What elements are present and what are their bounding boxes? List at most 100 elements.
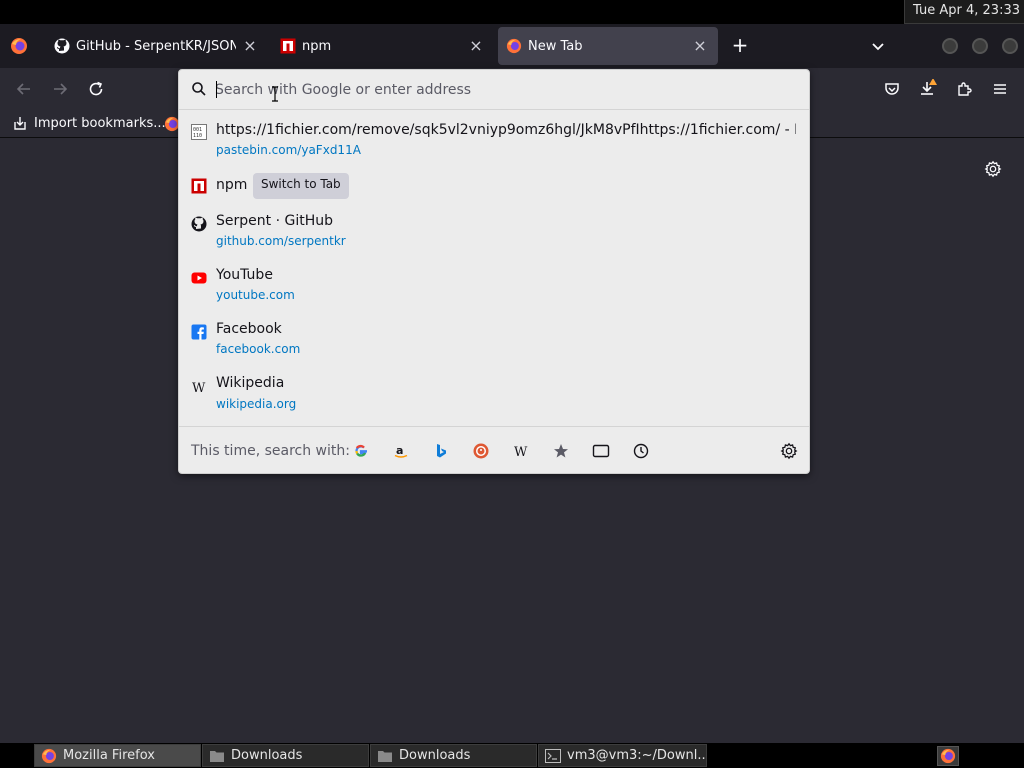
switch-to-tab-button[interactable]: Switch to Tab (253, 173, 349, 199)
github-icon (54, 38, 70, 54)
tab-label: npm (302, 38, 332, 54)
result-title: Serpent · GitHub (216, 213, 333, 229)
pastebin-icon: 001 110 (191, 124, 207, 140)
tab-strip: GitHub - SerpentKR/JSON-T × npm × New Ta… (0, 24, 1024, 68)
bookmarks-search-button[interactable] (551, 441, 571, 461)
taskbar-label: Downloads (399, 748, 471, 763)
urlbar-input[interactable] (215, 79, 775, 101)
bookmarks-star-icon (554, 444, 568, 458)
wikipedia-search-button[interactable]: W (511, 441, 531, 461)
duckduckgo-icon (473, 443, 489, 459)
downloads-button[interactable] (918, 79, 938, 99)
close-icon[interactable]: × (468, 38, 484, 54)
tray-firefox-launcher[interactable] (937, 746, 959, 766)
chevron-down-icon[interactable] (868, 36, 888, 56)
firefox-icon (41, 748, 57, 764)
tabs-search-button[interactable] (591, 441, 611, 461)
pocket-button[interactable] (882, 79, 902, 99)
bing-search-button[interactable] (431, 441, 451, 461)
result-url: github.com/serpentkr (216, 234, 346, 248)
taskbar: Mozilla Firefox Downloads Downloads vm3@… (0, 743, 1024, 768)
tab-npm[interactable]: npm × (272, 27, 494, 65)
result-title: npm (216, 177, 248, 193)
terminal-icon (545, 748, 561, 764)
search-icon (192, 82, 206, 96)
result-title: Facebook (216, 321, 282, 337)
duckduckgo-search-button[interactable] (471, 441, 491, 461)
youtube-icon (191, 270, 207, 286)
import-bookmarks-label: Import bookmarks... (34, 115, 166, 131)
pocket-icon (885, 83, 899, 95)
urlbar-result-pastebin[interactable]: 001 110 https://1fichier.com/remove/sqk5v… (179, 118, 809, 160)
firefox-icon (940, 748, 956, 764)
tab-label: New Tab (528, 38, 583, 54)
npm-icon (191, 178, 207, 194)
google-icon (355, 444, 367, 457)
ibeam-cursor-icon (272, 86, 278, 102)
close-icon[interactable]: × (242, 38, 258, 54)
result-url: pastebin.com/yaFxd11A (216, 143, 361, 157)
wikipedia-icon: W (191, 379, 207, 395)
system-top-bar: Tue Apr 4, 23:33 (0, 0, 1024, 24)
urlbar-dropdown: 001110 https://1fichier.com/remove/sqk5v… (178, 69, 810, 474)
forward-button[interactable] (50, 79, 70, 99)
search-settings-button[interactable] (779, 441, 799, 461)
puzzle-icon (958, 82, 972, 96)
download-icon (921, 79, 937, 95)
svg-text:a: a (396, 444, 403, 457)
app-menu-button[interactable] (990, 79, 1010, 99)
extensions-button[interactable] (954, 79, 974, 99)
taskbar-label: vm3@vm3:~/Downl... (567, 748, 706, 763)
close-window-button[interactable] (1002, 38, 1018, 54)
urlbar-result-facebook[interactable]: Facebook facebook.com (179, 320, 809, 362)
result-url: facebook.com (216, 342, 301, 356)
back-button[interactable] (14, 79, 34, 99)
new-tab-button[interactable]: + (728, 34, 752, 58)
hamburger-menu-icon (994, 84, 1006, 94)
urlbar-result-youtube[interactable]: YouTube youtube.com (179, 266, 809, 308)
github-icon (191, 216, 207, 232)
tab-label: GitHub - SerpentKR/JSON-T (76, 38, 236, 54)
text-caret (216, 81, 217, 98)
svg-text:W: W (192, 381, 206, 395)
reload-icon (89, 81, 103, 96)
history-icon (633, 443, 649, 459)
bing-icon (437, 444, 446, 458)
arrow-right-icon (54, 83, 68, 95)
history-search-button[interactable] (631, 441, 651, 461)
import-icon (14, 117, 26, 130)
result-url: wikipedia.org (216, 397, 297, 411)
system-clock[interactable]: Tue Apr 4, 23:33 (904, 0, 1024, 24)
tab-new-tab[interactable]: New Tab × (498, 27, 718, 65)
folder-icon (209, 748, 225, 764)
result-url: youtube.com (216, 288, 295, 302)
one-off-label: This time, search with: (191, 443, 350, 459)
taskbar-label: Downloads (231, 748, 303, 763)
npm-icon (280, 38, 296, 54)
gear-icon[interactable] (984, 160, 1002, 178)
amazon-search-button[interactable]: a (391, 441, 411, 461)
reload-button[interactable] (86, 79, 106, 99)
maximize-button[interactable] (972, 38, 988, 54)
taskbar-item-downloads-1[interactable]: Downloads (202, 744, 369, 767)
minimize-button[interactable] (942, 38, 958, 54)
taskbar-item-firefox[interactable]: Mozilla Firefox (34, 744, 201, 767)
close-icon[interactable]: × (692, 38, 708, 54)
google-search-button[interactable] (351, 441, 371, 461)
gear-icon (780, 442, 798, 460)
one-off-search-bar: This time, search with: a W (179, 426, 809, 474)
taskbar-item-downloads-2[interactable]: Downloads (370, 744, 537, 767)
tab-github[interactable]: GitHub - SerpentKR/JSON-T × (46, 27, 268, 65)
taskbar-item-terminal[interactable]: vm3@vm3:~/Downl... (538, 744, 707, 767)
urlbar-result-wikipedia[interactable]: W Wikipedia wikipedia.org (179, 374, 809, 416)
urlbar-result-github[interactable]: Serpent · GitHub github.com/serpentkr (179, 212, 809, 254)
firefox-icon[interactable] (10, 37, 28, 55)
svg-text:110: 110 (193, 133, 202, 139)
plus-icon: + (731, 33, 749, 57)
result-title: YouTube (216, 267, 273, 283)
import-bookmarks-button[interactable]: Import bookmarks... (12, 115, 166, 131)
result-title: Wikipedia (216, 375, 285, 391)
result-title: https://1fichier.com/remove/sqk5vl2vniyp… (216, 122, 796, 138)
facebook-icon (191, 324, 207, 340)
urlbar-input-row (179, 70, 809, 110)
